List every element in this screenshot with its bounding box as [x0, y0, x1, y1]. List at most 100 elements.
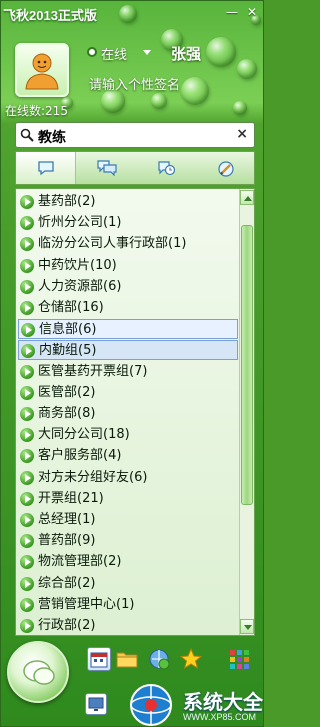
group-row[interactable]: 临汾分公司人事行政部(1) — [18, 234, 238, 254]
group-row[interactable]: 人力资源部(6) — [18, 277, 238, 297]
search-input[interactable]: 教练 × — [15, 122, 255, 148]
group-row[interactable]: 医管部(2) — [18, 383, 238, 403]
nickname[interactable]: 张强 — [171, 43, 201, 64]
expand-arrow-icon[interactable] — [20, 470, 34, 485]
group-label: 内勤组(5) — [39, 343, 97, 359]
scrollbar[interactable] — [239, 189, 254, 635]
expand-arrow-icon[interactable] — [20, 407, 34, 421]
group-row[interactable]: 忻州分公司(1) — [18, 213, 238, 233]
watermark-text: 系统大全 — [183, 692, 263, 714]
group-row[interactable]: 物流管理部(2) — [18, 552, 238, 572]
expand-arrow-icon[interactable] — [20, 619, 34, 633]
minimize-button[interactable]: — — [223, 4, 241, 20]
group-label: 仓储部(16) — [38, 300, 104, 315]
feiq-main-window: 飞秋2013正式版 — ✕ 在线 张强 请输入个性签名 在线数:215 教练 × — [0, 0, 264, 727]
expand-arrow-icon[interactable] — [20, 449, 34, 464]
chevron-down-icon[interactable] — [143, 50, 151, 55]
group-row[interactable]: 商务部(8) — [18, 404, 238, 424]
group-label: 医管基药开票组(7) — [38, 363, 148, 379]
expand-arrow-icon[interactable] — [20, 513, 34, 527]
online-count: 在线数:215 — [5, 104, 68, 118]
search-icon — [20, 128, 34, 142]
scroll-thumb[interactable] — [241, 225, 253, 505]
group-row[interactable]: 基药部(2) — [18, 192, 238, 212]
group-label: 营销管理中心(1) — [38, 596, 135, 612]
group-row[interactable]: 开票组(21) — [18, 489, 238, 509]
expand-arrow-icon[interactable] — [20, 364, 34, 379]
monitor-icon[interactable] — [85, 693, 107, 715]
expand-arrow-icon[interactable] — [20, 237, 34, 252]
group-label: 商务部(8) — [38, 406, 96, 421]
group-row[interactable]: 对方未分组好友(6) — [18, 468, 238, 488]
group-row[interactable]: 客户服务部(4) — [18, 446, 238, 466]
messenger-orb-icon — [23, 660, 55, 685]
title-bar[interactable]: 飞秋2013正式版 — ✕ — [1, 1, 263, 27]
calendar-icon[interactable] — [87, 647, 111, 671]
expand-arrow-icon[interactable] — [20, 216, 34, 231]
group-label: 医管部(2) — [38, 384, 96, 400]
group-chat-icon — [97, 160, 117, 176]
app-grid-icon[interactable] — [227, 647, 251, 671]
group-row[interactable]: 信息部(6) — [18, 319, 238, 340]
group-label: 普药部(9) — [38, 533, 96, 549]
group-row[interactable]: 大同分公司(18) — [18, 425, 238, 445]
group-label: 临汾分公司人事行政部(1) — [38, 236, 187, 252]
group-label: 信息部(6) — [39, 322, 97, 338]
favorite-star-icon[interactable] — [179, 647, 203, 671]
avatar[interactable] — [15, 43, 69, 97]
folder-icon[interactable] — [115, 647, 139, 671]
tab-recent[interactable] — [136, 152, 196, 184]
search-value: 教练 — [38, 130, 66, 146]
group-row[interactable]: 行政部(2) — [18, 616, 238, 635]
expand-arrow-icon[interactable] — [20, 555, 34, 570]
scroll-up-button[interactable] — [240, 190, 254, 205]
share-icon[interactable] — [147, 647, 171, 671]
chat-bubble-icon — [38, 161, 54, 176]
expand-arrow-icon[interactable] — [21, 323, 35, 338]
expand-arrow-icon[interactable] — [20, 195, 34, 209]
group-row[interactable]: 内勤组(5) — [18, 340, 238, 361]
tab-contacts[interactable] — [16, 152, 76, 184]
tab-bar — [15, 151, 255, 185]
edit-icon — [218, 161, 234, 177]
group-row[interactable]: 中药饮片(10) — [18, 256, 238, 276]
group-row[interactable]: 仓储部(16) — [18, 298, 238, 318]
status-selector[interactable]: 在线 — [101, 44, 127, 63]
signature-field[interactable]: 请输入个性签名 — [89, 74, 180, 93]
expand-arrow-icon[interactable] — [20, 597, 34, 612]
group-label: 人力资源部(6) — [38, 278, 122, 294]
group-label: 行政部(2) — [38, 618, 96, 633]
user-avatar-icon — [25, 53, 59, 90]
scroll-down-button[interactable] — [240, 619, 254, 634]
expand-arrow-icon[interactable] — [20, 428, 34, 443]
group-row[interactable]: 营销管理中心(1) — [18, 595, 238, 615]
tab-groups[interactable] — [76, 152, 136, 184]
watermark-globe-icon — [130, 684, 172, 726]
profile-panel: 在线 张强 请输入个性签名 在线数:215 — [1, 29, 263, 119]
group-label: 中药饮片(10) — [38, 257, 117, 273]
group-row[interactable]: 医管基药开票组(7) — [18, 362, 238, 382]
group-label: 开票组(21) — [38, 490, 104, 506]
window-title: 飞秋2013正式版 — [3, 8, 97, 23]
group-row[interactable]: 总经理(1) — [18, 510, 238, 530]
group-label: 基药部(2) — [38, 194, 96, 209]
expand-arrow-icon[interactable] — [20, 385, 34, 400]
group-label: 客户服务部(4) — [38, 448, 122, 464]
expand-arrow-icon[interactable] — [20, 301, 34, 315]
close-button[interactable]: ✕ — [243, 4, 261, 20]
clear-search-button[interactable]: × — [236, 126, 248, 142]
group-row[interactable]: 普药部(9) — [18, 531, 238, 551]
expand-arrow-icon[interactable] — [21, 344, 35, 359]
tab-settings[interactable] — [196, 152, 256, 184]
group-label: 忻州分公司(1) — [38, 215, 122, 231]
expand-arrow-icon[interactable] — [20, 576, 34, 591]
watermark-logo: 系统大全 WWW.XP85.COM — [121, 681, 263, 726]
expand-arrow-icon[interactable] — [20, 258, 34, 273]
expand-arrow-icon[interactable] — [20, 491, 34, 506]
group-row[interactable]: 综合部(2) — [18, 574, 238, 594]
expand-arrow-icon[interactable] — [20, 534, 34, 549]
history-icon — [158, 161, 175, 176]
expand-arrow-icon[interactable] — [20, 279, 34, 294]
group-list[interactable]: 行政部(2) 营销管理中心(1) 综合部(2) 物流管理部(2) 普药部(9) 总经理(1… — [15, 188, 255, 636]
main-menu-button[interactable] — [7, 641, 69, 703]
